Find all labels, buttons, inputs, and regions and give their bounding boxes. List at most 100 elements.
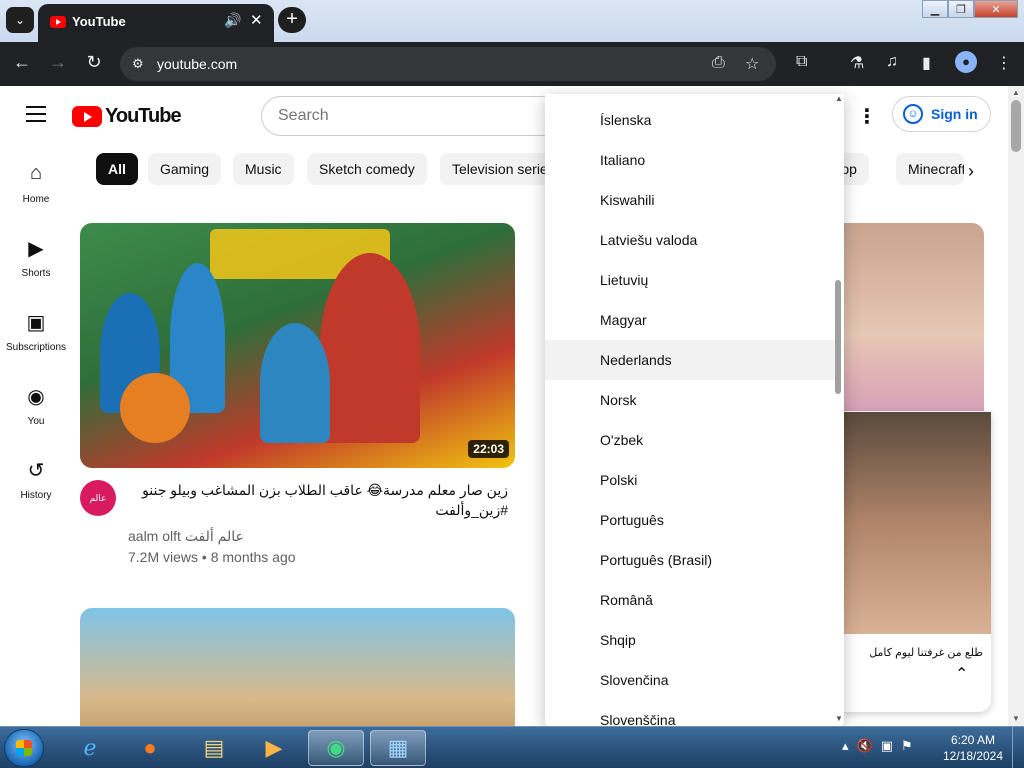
extensions-icon[interactable]: ⧉ bbox=[796, 53, 807, 71]
forward-arrow-icon[interactable]: → bbox=[46, 52, 70, 73]
thumbnail-figure bbox=[260, 323, 330, 443]
youtube-play-icon bbox=[72, 106, 102, 127]
language-option[interactable]: O'zbek bbox=[545, 420, 835, 460]
volume-muted-icon[interactable]: 🔇 bbox=[857, 738, 873, 754]
browser-menu-icon[interactable]: ⋮ bbox=[996, 53, 1012, 73]
page-scrollbar-thumb[interactable] bbox=[1011, 100, 1021, 152]
media-controls-icon[interactable]: ♫ bbox=[886, 53, 898, 71]
thumbnail-basketball bbox=[120, 373, 190, 443]
internet-explorer-icon[interactable]: ℯ bbox=[62, 730, 118, 766]
chip-minecraft[interactable]: Minecraft bbox=[896, 153, 964, 185]
chip-music[interactable]: Music bbox=[233, 153, 294, 185]
channel-name[interactable]: aalm olft عالم ألفت bbox=[128, 528, 244, 545]
language-dropdown: Íslenska Italiano Kiswahili Latviešu val… bbox=[545, 94, 844, 726]
side-panel-icon[interactable]: ▮ bbox=[922, 53, 931, 73]
tray-expand-icon[interactable]: ▴ bbox=[842, 738, 849, 754]
preview-video[interactable] bbox=[843, 412, 991, 634]
dropdown-scroll-down-icon[interactable]: ▼ bbox=[835, 714, 843, 723]
language-option[interactable]: Kiswahili bbox=[545, 180, 835, 220]
settings-kebab-icon[interactable]: ⋮ bbox=[857, 104, 877, 129]
language-option[interactable]: Íslenska bbox=[545, 100, 835, 140]
window-close-button[interactable]: ✕ bbox=[974, 0, 1018, 18]
file-explorer-icon[interactable]: ▤ bbox=[186, 730, 242, 766]
reload-icon[interactable]: ↻ bbox=[82, 52, 106, 73]
restore-button[interactable]: ❐ bbox=[948, 0, 974, 18]
guide-item-home[interactable]: ⌂ Home bbox=[0, 162, 72, 205]
control-panel-icon[interactable]: ▦ bbox=[370, 730, 426, 766]
audio-playing-icon[interactable]: 🔊 bbox=[224, 12, 241, 29]
labs-flask-icon[interactable]: ⚗ bbox=[850, 53, 864, 73]
dropdown-scroll-up-icon[interactable]: ▲ bbox=[835, 94, 843, 103]
guide-label: History bbox=[20, 490, 52, 501]
language-option[interactable]: Italiano bbox=[545, 140, 835, 180]
youtube-page: YouTube ⋮ ☺ Sign in All Gaming Music Ske… bbox=[0, 86, 1008, 726]
subscriptions-icon: ▣ bbox=[26, 312, 46, 334]
taskbar-clock[interactable]: 6:20 AM 12/18/2024 bbox=[940, 732, 1006, 764]
video-thumbnail-right[interactable] bbox=[843, 223, 984, 411]
show-desktop-button[interactable] bbox=[1012, 727, 1024, 768]
video-thumbnail[interactable]: 22:03 bbox=[80, 223, 515, 468]
channel-avatar[interactable]: عالم ألفت bbox=[80, 480, 116, 539]
language-option[interactable]: Română bbox=[545, 580, 835, 620]
video-title[interactable]: زين صار معلم مدرسة😂 عاقب الطلاب بزن المش… bbox=[128, 480, 508, 520]
minimize-button[interactable]: ▁ bbox=[922, 0, 948, 18]
sign-in-label: Sign in bbox=[931, 106, 978, 122]
sign-in-button[interactable]: ☺ Sign in bbox=[892, 96, 991, 132]
history-icon: ↺ bbox=[27, 460, 45, 482]
bookmark-star-icon[interactable]: ☆ bbox=[745, 54, 759, 74]
language-option[interactable]: Português bbox=[545, 500, 835, 540]
language-option[interactable]: Polski bbox=[545, 460, 835, 500]
browser-tab[interactable]: YouTube 🔊 ✕ bbox=[38, 4, 274, 42]
address-bar[interactable]: ⚙ youtube.com ⎙ ☆ bbox=[120, 47, 776, 81]
shorts-preview-card[interactable]: طلع من غرفتنا ليوم كامل ⌃ bbox=[843, 412, 991, 712]
back-arrow-icon[interactable]: ← bbox=[10, 52, 34, 73]
language-option[interactable]: Lietuvių bbox=[545, 260, 835, 300]
site-info-icon[interactable]: ⚙ bbox=[132, 56, 144, 72]
install-app-icon[interactable]: ⎙ bbox=[712, 54, 725, 72]
video-thumbnail-2[interactable] bbox=[80, 608, 515, 726]
window-controls: ▁ ❐ ✕ bbox=[922, 0, 1018, 18]
search-box[interactable] bbox=[261, 96, 561, 136]
video-duration: 22:03 bbox=[468, 440, 509, 458]
action-center-flag-icon[interactable]: ⚑ bbox=[901, 738, 913, 754]
guide-item-history[interactable]: ↺ History bbox=[0, 458, 72, 501]
chip-all[interactable]: All bbox=[96, 153, 138, 185]
page-scrollbar[interactable]: ▲ ▼ bbox=[1008, 86, 1024, 726]
language-option[interactable]: Slovenščina bbox=[545, 700, 835, 726]
chrome-taskbar-icon[interactable]: ◉ bbox=[308, 730, 364, 766]
language-option[interactable]: Latviešu valoda bbox=[545, 220, 835, 260]
scroll-up-icon[interactable]: ▲ bbox=[1012, 88, 1020, 97]
profile-avatar-icon[interactable]: ● bbox=[955, 51, 977, 73]
language-option[interactable]: Português (Brasil) bbox=[545, 540, 835, 580]
tab-search-button[interactable]: ⌄ bbox=[6, 7, 34, 33]
language-option[interactable]: Norsk bbox=[545, 380, 835, 420]
hamburger-menu-icon[interactable] bbox=[26, 106, 46, 127]
language-option[interactable]: Shqip bbox=[545, 620, 835, 660]
chip-gaming[interactable]: Gaming bbox=[148, 153, 222, 185]
chevron-up-icon[interactable]: ⌃ bbox=[955, 664, 968, 684]
url-text[interactable]: youtube.com bbox=[157, 56, 237, 72]
firefox-icon[interactable]: ● bbox=[122, 730, 178, 766]
windows-taskbar: ℯ ● ▤ ▶ ◉ ▦ ▴ 🔇 ▣ ⚑ 6:20 AM 12/18/2024 bbox=[0, 726, 1024, 768]
language-option-hovered[interactable]: Nederlands bbox=[545, 340, 835, 380]
preview-title[interactable]: طلع من غرفتنا ليوم كامل bbox=[843, 646, 983, 659]
youtube-logo[interactable]: YouTube bbox=[72, 105, 182, 128]
guide-label: You bbox=[27, 416, 45, 427]
language-option[interactable]: Magyar bbox=[545, 300, 835, 340]
dropdown-scrollbar-thumb[interactable] bbox=[835, 280, 841, 394]
chip-sketch-comedy[interactable]: Sketch comedy bbox=[307, 153, 427, 185]
guide-item-subscriptions[interactable]: ▣ Subscriptions bbox=[0, 310, 72, 353]
language-option[interactable]: Slovenčina bbox=[545, 660, 835, 700]
guide-item-you[interactable]: ◉ You bbox=[0, 384, 72, 427]
guide-label: Subscriptions bbox=[5, 342, 67, 353]
network-icon[interactable]: ▣ bbox=[881, 738, 893, 754]
scroll-down-icon[interactable]: ▼ bbox=[1012, 714, 1020, 723]
media-player-icon[interactable]: ▶ bbox=[246, 730, 302, 766]
tab-close-icon[interactable]: ✕ bbox=[250, 11, 263, 29]
search-input[interactable] bbox=[278, 107, 538, 125]
guide-item-shorts[interactable]: ▶ Shorts bbox=[0, 236, 72, 279]
start-button[interactable] bbox=[4, 729, 44, 767]
chevron-right-icon[interactable]: › bbox=[968, 161, 974, 182]
clock-time: 6:20 AM bbox=[950, 733, 996, 747]
new-tab-button[interactable]: + bbox=[278, 7, 306, 33]
